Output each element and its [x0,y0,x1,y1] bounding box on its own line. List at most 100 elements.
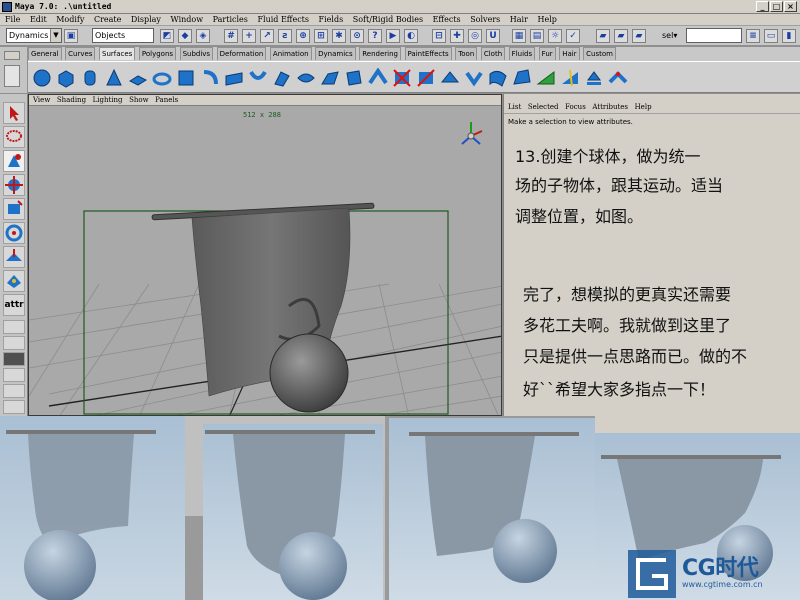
birail-icon[interactable] [320,68,340,88]
detach-surfaces-icon[interactable] [464,68,484,88]
snap-grid-icon[interactable]: # [224,29,238,43]
select-component-icon[interactable]: ◈ [196,29,210,43]
revolve-icon[interactable] [200,68,220,88]
shelf-editor-icon[interactable] [4,65,20,87]
shelf-tab-cloth[interactable]: Cloth [480,47,506,60]
viewport-menu-panels[interactable]: Panels [155,95,178,105]
shelf-tab-general[interactable]: General [28,47,62,60]
rotate-tool-icon[interactable] [3,198,25,220]
shelf-tab-deformation[interactable]: Deformation [216,47,267,60]
ae-menu-selected[interactable]: Selected [528,103,559,112]
menu-help[interactable]: Help [537,14,556,25]
nurbs-cylinder-icon[interactable] [80,68,100,88]
view-axis-icon[interactable] [461,122,483,145]
menuset-dropdown[interactable]: Dynamics ▼ [6,28,62,43]
attribute-editor-icon[interactable]: ≡ [746,29,760,43]
render-view-icon[interactable]: ▤ [530,29,544,43]
show-manipulator-icon[interactable]: attr [3,294,25,316]
shelf-tab-rendering[interactable]: Rendering [359,47,401,60]
viewport-menu-lighting[interactable]: Lighting [93,95,123,105]
insert-isoparms-icon[interactable] [536,68,556,88]
menu-fluid-effects[interactable]: Fluid Effects [257,14,309,25]
menu-fields[interactable]: Fields [319,14,344,25]
planar-icon[interactable] [248,68,268,88]
mask-5-icon[interactable]: ▶ [386,29,400,43]
shelf-tab-animation[interactable]: Animation [269,47,312,60]
menu-particles[interactable]: Particles [213,14,248,25]
shelf-tab-surfaces[interactable]: Surfaces [99,47,136,60]
loft-icon[interactable] [224,68,244,88]
maximize-button[interactable]: □ [770,1,783,12]
select-object-icon[interactable]: ◆ [178,29,192,43]
align-surfaces-icon[interactable] [488,68,508,88]
ae-menu-focus[interactable]: Focus [565,103,586,112]
snap-to-grid-icon[interactable]: ✚ [450,29,464,43]
shelf-tab-fur[interactable]: Fur [538,47,556,60]
universal-manipulator-icon[interactable] [3,246,25,268]
extrude-icon[interactable] [272,68,292,88]
ipr-render-icon[interactable]: ✓ [566,29,580,43]
menu-modify[interactable]: Modify [56,14,84,25]
render-icon[interactable]: ☼ [548,29,562,43]
shelf-tab-curves[interactable]: Curves [65,47,96,60]
mask-4-icon[interactable]: ? [368,29,382,43]
menu-create[interactable]: Create [94,14,121,25]
sculpt-surfaces-icon[interactable] [608,68,628,88]
new-scene-icon[interactable]: ▣ [64,29,78,43]
layout-persp-graph-icon[interactable] [3,368,25,382]
layout-four-icon[interactable] [3,336,25,350]
shelf-tab-hair[interactable]: Hair [559,47,580,60]
render-globals-icon[interactable]: ▰ [632,29,646,43]
bevel-icon[interactable] [296,68,316,88]
shelf-tab-fluids[interactable]: Fluids [508,47,536,60]
nurbs-cone-icon[interactable] [104,68,124,88]
construction-history-icon[interactable]: ▦ [512,29,526,43]
tool-settings-icon[interactable]: ▭ [764,29,778,43]
layout-single-icon[interactable] [3,320,25,334]
menu-solvers[interactable]: Solvers [470,14,500,25]
menu-soft-rigid-bodies[interactable]: Soft/Rigid Bodies [353,14,423,25]
select-tool-icon[interactable] [3,102,25,124]
nurbs-sphere-icon[interactable] [32,68,52,88]
offset-surfaces-icon[interactable] [584,68,604,88]
shelf-tab-polygons[interactable]: Polygons [138,47,177,60]
clapboard-icon[interactable]: ▰ [596,29,610,43]
ae-menu-list[interactable]: List [508,103,521,112]
nurbs-circle-icon[interactable] [176,68,196,88]
move-tool-icon[interactable] [3,174,25,196]
boundary-icon[interactable] [344,68,364,88]
shelf-menu-icon[interactable] [4,51,20,60]
ae-menu-attributes[interactable]: Attributes [592,103,628,112]
paint-select-tool-icon[interactable] [3,150,25,172]
open-close-surfaces-icon[interactable] [512,68,532,88]
mask-3-icon[interactable]: ⊙ [350,29,364,43]
magnet-icon[interactable]: U [486,29,500,43]
shelf-tab-subdivs[interactable]: Subdivs [179,47,214,60]
mask-2-icon[interactable]: ✱ [332,29,346,43]
select-hierarchy-icon[interactable]: ◩ [160,29,174,43]
snap-live-icon[interactable]: ◎ [468,29,482,43]
extend-surfaces-icon[interactable] [560,68,580,88]
menu-window[interactable]: Window [171,14,204,25]
quick-select-input[interactable] [686,28,742,43]
mask-icon[interactable]: ⊞ [314,29,328,43]
perspective-viewport[interactable]: View Shading Lighting Show Panels 512 x … [28,94,502,416]
shelf-tab-dynamics[interactable]: Dynamics [315,47,356,60]
layout-persp-outliner-icon[interactable] [3,352,25,366]
soft-modification-icon[interactable] [3,270,25,292]
trim-tool-icon[interactable] [392,68,412,88]
snap-curve-icon[interactable]: + [242,29,256,43]
shelf-tab-custom[interactable]: Custom [583,47,616,60]
layout-hypershade-icon[interactable] [3,384,25,398]
square-icon[interactable] [368,68,388,88]
channel-box-icon[interactable]: ▮ [782,29,796,43]
menu-edit[interactable]: Edit [30,14,47,25]
history-icon[interactable]: ⊕ [296,29,310,43]
shelf-tab-painteffects[interactable]: PaintEffects [404,47,452,60]
menu-display[interactable]: Display [131,14,161,25]
snap-point-icon[interactable]: ↗ [260,29,274,43]
lasso-tool-icon[interactable] [3,126,25,148]
minimize-button[interactable]: _ [756,1,769,12]
menu-hair[interactable]: Hair [510,14,528,25]
nurbs-torus-icon[interactable] [152,68,172,88]
